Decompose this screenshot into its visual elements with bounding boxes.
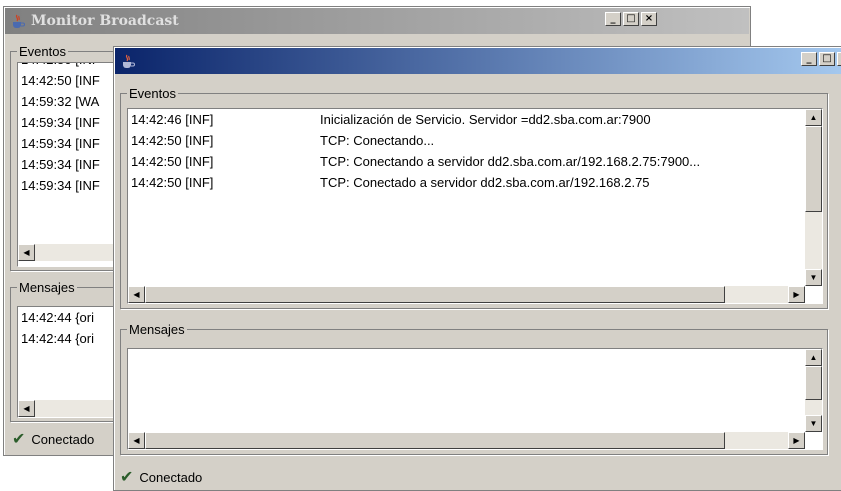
- monitor-front-window[interactable]: _ □ × Eventos 14:42:46 [INF] Inicializac…: [113, 46, 841, 491]
- event-message: TCP: Conectado a servidor dd2.sba.com.ar…: [320, 175, 650, 190]
- back-eventos-label: Eventos: [17, 44, 68, 59]
- front-messages-vscrollbar[interactable]: ▲ ▼: [805, 349, 822, 432]
- close-button[interactable]: ×: [837, 52, 841, 66]
- scroll-thumb[interactable]: [805, 366, 822, 400]
- scroll-left-button[interactable]: ◀: [128, 432, 145, 449]
- front-mensajes-label: Mensajes: [127, 322, 187, 337]
- event-message: Inicialización de Servicio. Servidor =dd…: [320, 112, 651, 127]
- scroll-down-button[interactable]: ▼: [805, 415, 822, 432]
- front-events-vscrollbar[interactable]: ▲ ▼: [805, 109, 822, 286]
- scroll-down-button[interactable]: ▼: [805, 269, 822, 286]
- front-messages-list[interactable]: ▲ ▼ ◀ ▶: [127, 348, 823, 450]
- front-mensajes-group: Mensajes ▲ ▼ ◀ ▶: [120, 322, 828, 455]
- minimize-button[interactable]: _: [801, 52, 817, 66]
- front-status-text: Conectado: [139, 469, 203, 485]
- event-time: 14:42:50 [INF]: [131, 154, 214, 169]
- back-status-text: Conectado: [31, 431, 95, 447]
- back-status-bar: ✔ Conectado: [12, 427, 94, 451]
- scroll-up-button[interactable]: ▲: [805, 109, 822, 126]
- scroll-left-button[interactable]: ◀: [18, 244, 35, 261]
- event-message: TCP: Conectando...: [320, 133, 435, 148]
- front-eventos-group: Eventos 14:42:46 [INF] Inicialización de…: [120, 86, 828, 309]
- back-title-bar[interactable]: Monitor Broadcast _ □ ×: [5, 8, 749, 34]
- scroll-right-button[interactable]: ▶: [788, 286, 805, 303]
- event-time: 14:42:50 [INF]: [131, 175, 214, 190]
- event-time: 14:42:50 [INF]: [131, 133, 214, 148]
- maximize-button[interactable]: □: [623, 12, 639, 26]
- event-row: 14:42:50 [INF] TCP: Conectado a servidor…: [128, 172, 822, 193]
- scroll-up-button[interactable]: ▲: [805, 349, 822, 366]
- back-window-title: Monitor Broadcast: [31, 13, 179, 29]
- front-eventos-label: Eventos: [127, 86, 178, 101]
- front-status-bar: ✔ Conectado: [120, 465, 202, 489]
- back-mensajes-label: Mensajes: [17, 280, 77, 295]
- event-row: 14:42:50 [INF] TCP: Conectando a servido…: [128, 151, 822, 172]
- scroll-thumb[interactable]: [805, 126, 822, 212]
- scroll-thumb[interactable]: [145, 286, 725, 303]
- close-button[interactable]: ×: [641, 12, 657, 26]
- checkmark-icon: ✔: [120, 469, 134, 486]
- scroll-thumb[interactable]: [145, 432, 725, 449]
- event-time: 14:42:46 [INF]: [131, 112, 214, 127]
- event-row: 14:42:46 [INF] Inicialización de Servici…: [128, 109, 822, 130]
- front-messages-hscrollbar[interactable]: ◀ ▶: [128, 432, 805, 449]
- scroll-left-button[interactable]: ◀: [128, 286, 145, 303]
- checkmark-icon: ✔: [12, 431, 26, 448]
- event-row: 14:42:50 [INF] TCP: Conectando...: [128, 130, 822, 151]
- scroll-left-button[interactable]: ◀: [18, 400, 35, 417]
- java-cup-icon: [9, 12, 27, 30]
- event-message: TCP: Conectando a servidor dd2.sba.com.a…: [320, 154, 701, 169]
- front-events-list[interactable]: 14:42:46 [INF] Inicialización de Servici…: [127, 108, 823, 304]
- scroll-right-button[interactable]: ▶: [788, 432, 805, 449]
- java-cup-icon: [119, 52, 137, 70]
- minimize-button[interactable]: _: [605, 12, 621, 26]
- maximize-button[interactable]: □: [819, 52, 835, 66]
- front-title-bar[interactable]: _ □ ×: [115, 48, 841, 74]
- front-events-hscrollbar[interactable]: ◀ ▶: [128, 286, 805, 303]
